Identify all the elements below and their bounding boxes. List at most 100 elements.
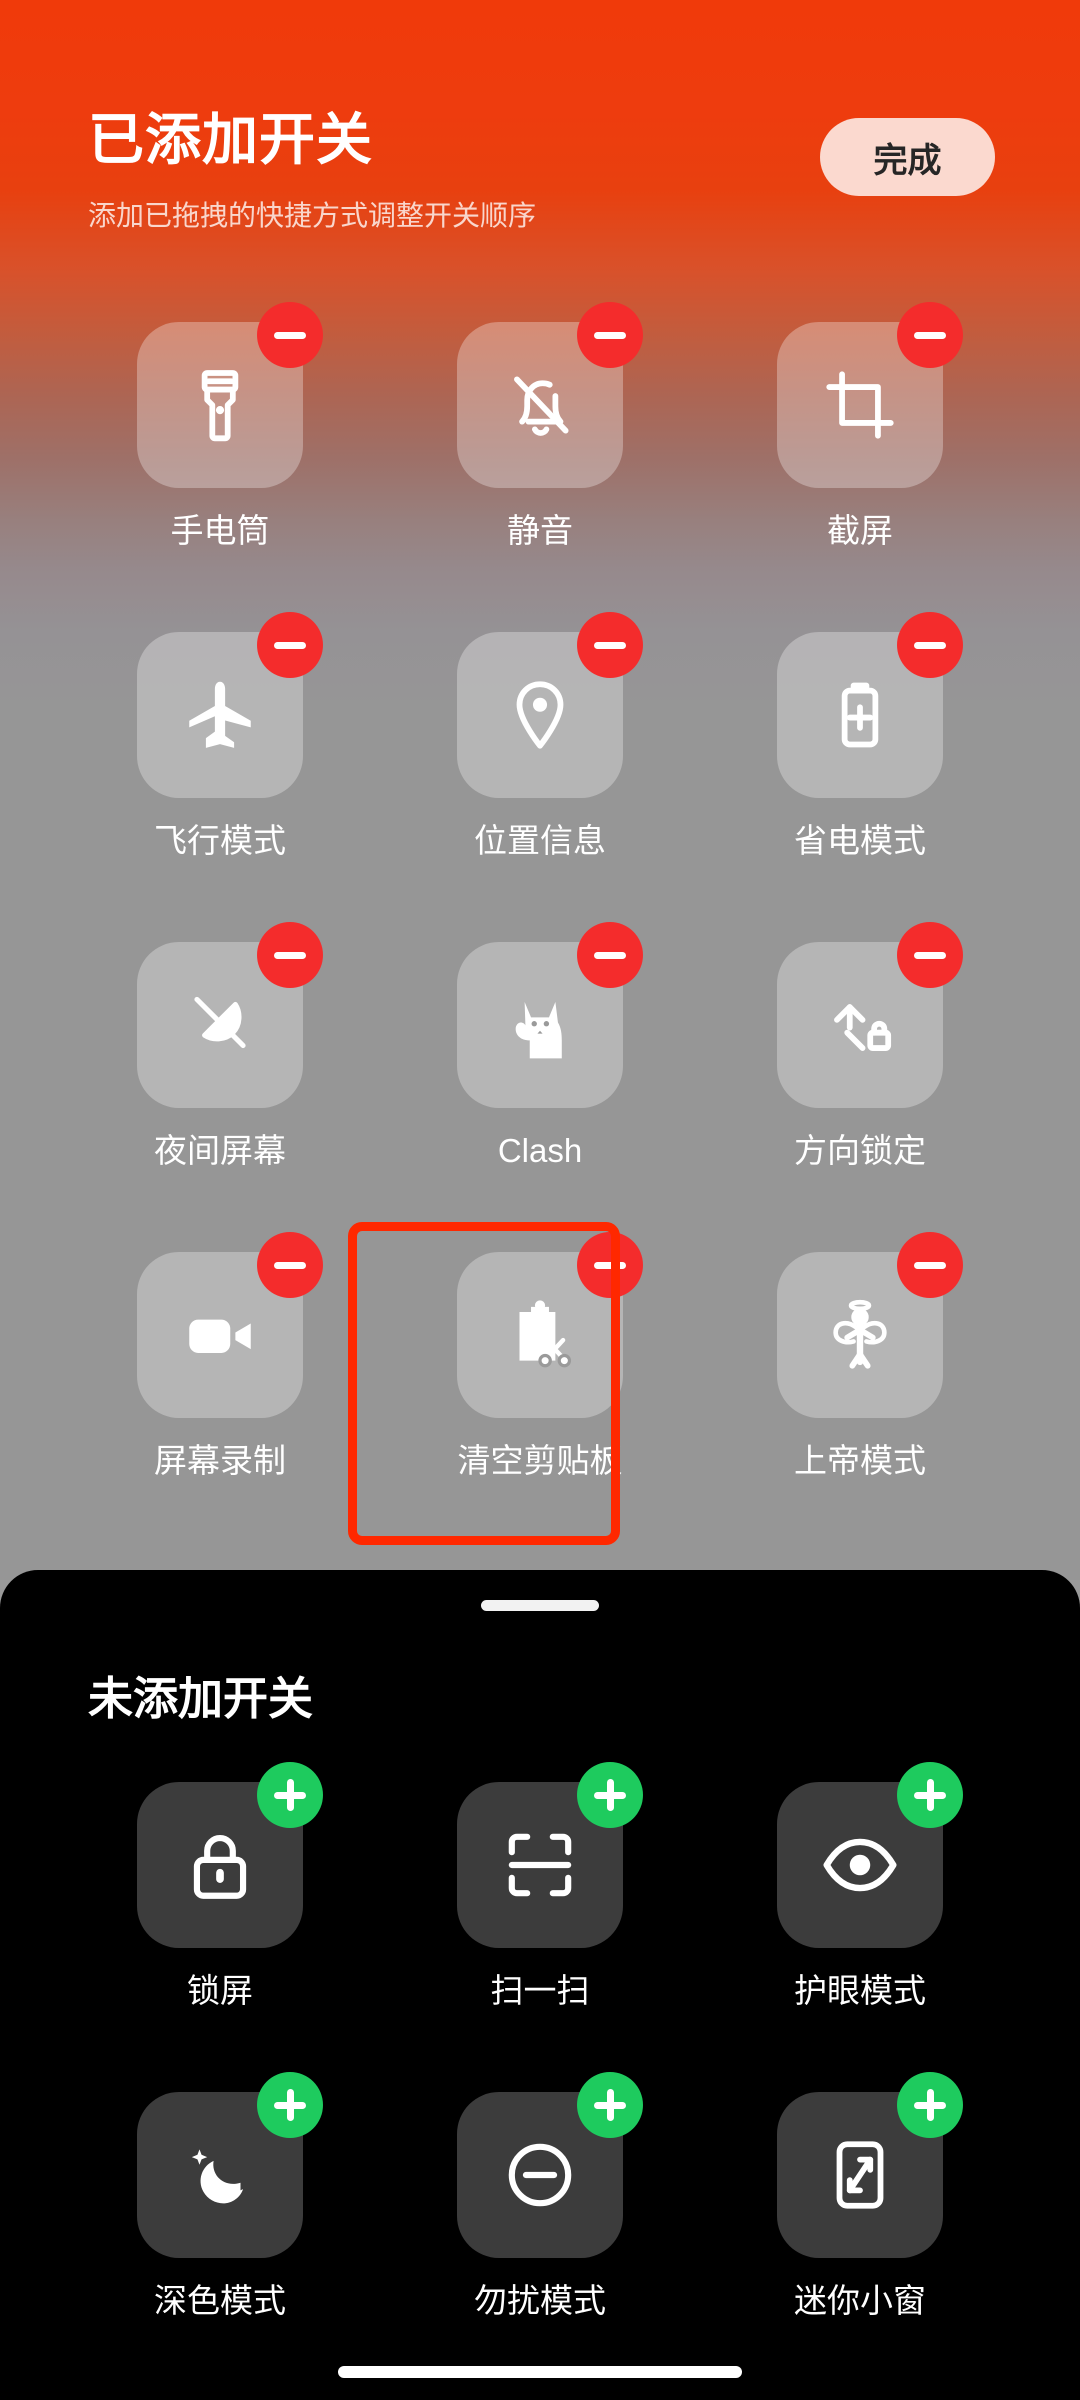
- remove-switch-badge[interactable]: [897, 1232, 963, 1298]
- remove-switch-badge[interactable]: [897, 922, 963, 988]
- switch-tile-label: 迷你小窗: [794, 2282, 926, 2319]
- remove-switch-badge[interactable]: [257, 612, 323, 678]
- mini-window-icon: [819, 2134, 901, 2216]
- switch-tile-屏幕录制[interactable]: 屏幕录制: [60, 1230, 380, 1540]
- sheet-title: 未添加开关: [88, 1673, 314, 1724]
- add-switch-badge[interactable]: [577, 1762, 643, 1828]
- tile-icon-box[interactable]: [777, 612, 963, 798]
- switch-tile-勿扰模式[interactable]: 勿扰模式: [380, 2070, 700, 2380]
- remove-switch-badge[interactable]: [577, 612, 643, 678]
- remove-switch-badge[interactable]: [897, 612, 963, 678]
- rotation-lock-icon: [819, 984, 901, 1066]
- switch-tile-截屏[interactable]: 截屏: [700, 300, 1020, 610]
- minus-circle-outline-icon: [499, 2134, 581, 2216]
- switch-tile-上帝模式[interactable]: 上帝模式: [700, 1230, 1020, 1540]
- add-switch-badge[interactable]: [897, 1762, 963, 1828]
- tile-icon-box[interactable]: [137, 2072, 323, 2258]
- tile-icon-box[interactable]: [457, 302, 643, 488]
- tile-icon-box[interactable]: [777, 1762, 963, 1948]
- switch-tile-夜间屏幕[interactable]: 夜间屏幕: [60, 920, 380, 1230]
- switch-tile-扫一扫[interactable]: 扫一扫: [380, 1760, 700, 2070]
- switch-tile-护眼模式[interactable]: 护眼模式: [700, 1760, 1020, 2070]
- remove-switch-badge[interactable]: [577, 1232, 643, 1298]
- night-screen-off-icon: [179, 984, 261, 1066]
- badge-horizontal-bar: [594, 641, 626, 649]
- add-switch-badge[interactable]: [577, 2072, 643, 2138]
- eye-icon: [819, 1824, 901, 1906]
- cat-icon: [499, 984, 581, 1066]
- airplane-icon: [179, 674, 261, 756]
- switch-tile-方向锁定[interactable]: 方向锁定: [700, 920, 1020, 1230]
- badge-horizontal-bar: [594, 951, 626, 959]
- remove-switch-badge[interactable]: [577, 302, 643, 368]
- remove-switch-badge[interactable]: [257, 922, 323, 988]
- switch-tile-label: 锁屏: [187, 1972, 253, 2009]
- switch-tile-深色模式[interactable]: 深色模式: [60, 2070, 380, 2380]
- unadded-switches-grid: 锁屏 扫一扫 护眼模式 深色模式 勿扰模式 迷你小窗: [0, 1760, 1080, 2380]
- switch-tile-迷你小窗[interactable]: 迷你小窗: [700, 2070, 1020, 2380]
- switch-tile-label: 截屏: [827, 512, 893, 549]
- crop-screenshot-icon: [819, 364, 901, 446]
- unadded-grid-wrap: 锁屏 扫一扫 护眼模式 深色模式 勿扰模式 迷你小窗: [0, 1760, 1080, 2380]
- switch-tile-label: 扫一扫: [490, 1972, 590, 2009]
- switch-tile-静音[interactable]: 静音: [380, 300, 700, 610]
- bell-muted-icon: [499, 364, 581, 446]
- battery-saver-icon: [819, 674, 901, 756]
- switch-tile-label: 位置信息: [474, 822, 606, 859]
- done-button[interactable]: 完成: [820, 118, 995, 196]
- tile-icon-box[interactable]: [777, 2072, 963, 2258]
- switch-tile-label: 飞行模式: [154, 822, 286, 859]
- switch-tile-label: 方向锁定: [794, 1132, 926, 1169]
- badge-horizontal-bar: [914, 331, 946, 339]
- badge-horizontal-bar: [914, 641, 946, 649]
- lock-icon: [179, 1824, 261, 1906]
- tile-icon-box[interactable]: [137, 922, 323, 1108]
- badge-horizontal-bar: [914, 951, 946, 959]
- switch-tile-手电筒[interactable]: 手电筒: [60, 300, 380, 610]
- flashlight-icon: [179, 364, 261, 446]
- tile-icon-box[interactable]: [777, 922, 963, 1108]
- scan-icon: [499, 1824, 581, 1906]
- remove-switch-badge[interactable]: [257, 1232, 323, 1298]
- badge-horizontal-bar: [594, 1261, 626, 1269]
- tile-icon-box[interactable]: [457, 2072, 643, 2258]
- badge-horizontal-bar: [914, 1261, 946, 1269]
- switch-tile-label: 手电筒: [170, 512, 270, 549]
- angel-icon: [819, 1294, 901, 1376]
- badge-vertical-bar: [926, 1779, 934, 1811]
- tile-icon-box[interactable]: [137, 302, 323, 488]
- tile-icon-box[interactable]: [457, 922, 643, 1108]
- home-indicator[interactable]: [338, 2366, 742, 2378]
- tile-icon-box[interactable]: [457, 1762, 643, 1948]
- header: 已添加开关 添加已拖拽的快捷方式调整开关顺序 完成: [0, 0, 1080, 260]
- added-switches-grid: 手电筒 静音 截屏 飞行模式 位置信息 省电模式 夜间屏幕 Clash 方向锁定…: [0, 300, 1080, 1540]
- tile-icon-box[interactable]: [137, 1762, 323, 1948]
- switch-tile-label: 护眼模式: [794, 1972, 926, 2009]
- tile-icon-box[interactable]: [137, 1232, 323, 1418]
- switch-tile-Clash[interactable]: Clash: [380, 920, 700, 1230]
- switch-tile-label: 上帝模式: [794, 1442, 926, 1479]
- tile-icon-box[interactable]: [137, 612, 323, 798]
- drag-handle-icon[interactable]: [481, 1600, 599, 1611]
- moon-stars-icon: [179, 2134, 261, 2216]
- switch-tile-清空剪贴板[interactable]: 清空剪贴板: [380, 1230, 700, 1540]
- remove-switch-badge[interactable]: [577, 922, 643, 988]
- add-switch-badge[interactable]: [897, 2072, 963, 2138]
- switch-tile-label: 夜间屏幕: [154, 1132, 286, 1169]
- remove-switch-badge[interactable]: [257, 302, 323, 368]
- badge-vertical-bar: [926, 2089, 934, 2121]
- add-switch-badge[interactable]: [257, 2072, 323, 2138]
- tile-icon-box[interactable]: [457, 1232, 643, 1418]
- unadded-switches-sheet: 未添加开关 锁屏 扫一扫 护眼模式 深色模式 勿扰模式 迷你小窗: [0, 1570, 1080, 2400]
- tile-icon-box[interactable]: [777, 1232, 963, 1418]
- tile-icon-box[interactable]: [777, 302, 963, 488]
- remove-switch-badge[interactable]: [897, 302, 963, 368]
- switch-tile-锁屏[interactable]: 锁屏: [60, 1760, 380, 2070]
- tile-icon-box[interactable]: [457, 612, 643, 798]
- badge-vertical-bar: [286, 2089, 294, 2121]
- switch-tile-位置信息[interactable]: 位置信息: [380, 610, 700, 920]
- badge-horizontal-bar: [594, 331, 626, 339]
- switch-tile-省电模式[interactable]: 省电模式: [700, 610, 1020, 920]
- add-switch-badge[interactable]: [257, 1762, 323, 1828]
- switch-tile-飞行模式[interactable]: 飞行模式: [60, 610, 380, 920]
